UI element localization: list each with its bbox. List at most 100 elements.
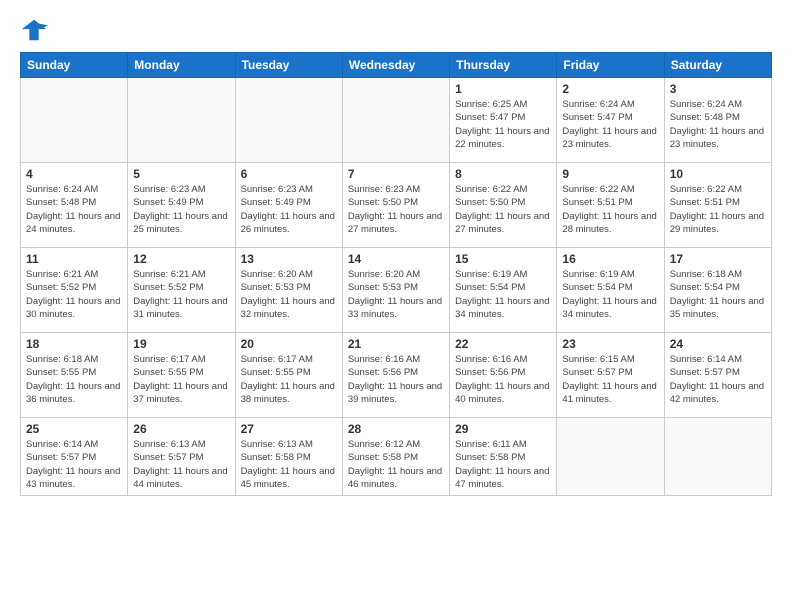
calendar-cell: 12Sunrise: 6:21 AM Sunset: 5:52 PM Dayli…	[128, 248, 235, 333]
calendar-cell: 20 Sunrise: 6:17 AM Sunset: 5:55 PM Dayli…	[235, 333, 342, 418]
calendar-cell: 1 Sunrise: 6:25 AM Sunset: 5:47 PM Daylig…	[450, 78, 557, 163]
day-info: Sunrise: 6:19 AM Sunset: 5:54 PM Dayligh…	[562, 268, 658, 321]
day-info: Sunrise: 6:22 AM Sunset: 5:51 PM Dayligh…	[670, 183, 766, 236]
day-info: Sunrise: 6:25 AM Sunset: 5:47 PM Dayligh…	[455, 98, 551, 151]
day-info: Sunrise: 6:20 AM Sunset: 5:53 PM Dayligh…	[348, 268, 444, 321]
calendar-week-row: 4 Sunrise: 6:24 AM Sunset: 5:48 PM Daylig…	[21, 163, 772, 248]
day-number: 5	[133, 167, 229, 181]
day-number: 8	[455, 167, 551, 181]
day-number: 26	[133, 422, 229, 436]
calendar-cell: 8 Sunrise: 6:22 AM Sunset: 5:50 PM Daylig…	[450, 163, 557, 248]
day-number: 18	[26, 337, 122, 351]
day-info: Sunrise: 6:16 AM Sunset: 5:56 PM Dayligh…	[455, 353, 551, 406]
calendar-cell: 4 Sunrise: 6:24 AM Sunset: 5:48 PM Daylig…	[21, 163, 128, 248]
day-number: 6	[241, 167, 337, 181]
day-info: Sunrise: 6:18 AM Sunset: 5:54 PM Dayligh…	[670, 268, 766, 321]
day-info: Sunrise: 6:13 AM Sunset: 5:57 PM Dayligh…	[133, 438, 229, 491]
calendar-cell	[664, 418, 771, 496]
day-number: 9	[562, 167, 658, 181]
day-info: Sunrise: 6:17 AM Sunset: 5:55 PM Dayligh…	[241, 353, 337, 406]
calendar-week-row: 18 Sunrise: 6:18 AM Sunset: 5:55 PM Dayli…	[21, 333, 772, 418]
calendar-cell: 17 Sunrise: 6:18 AM Sunset: 5:54 PM Dayli…	[664, 248, 771, 333]
calendar-header-cell: Sunday	[21, 53, 128, 78]
calendar-cell: 29 Sunrise: 6:11 AM Sunset: 5:58 PM Dayli…	[450, 418, 557, 496]
day-number: 7	[348, 167, 444, 181]
day-number: 28	[348, 422, 444, 436]
day-number: 3	[670, 82, 766, 96]
calendar-cell: 11 Sunrise: 6:21 AM Sunset: 5:52 PM Dayli…	[21, 248, 128, 333]
calendar-header-row: SundayMondayTuesdayWednesdayThursdayFrid…	[21, 53, 772, 78]
day-info: Sunrise: 6:12 AM Sunset: 5:58 PM Dayligh…	[348, 438, 444, 491]
calendar-cell: 6 Sunrise: 6:23 AM Sunset: 5:49 PM Daylig…	[235, 163, 342, 248]
day-number: 19	[133, 337, 229, 351]
day-info: Sunrise: 6:23 AM Sunset: 5:50 PM Dayligh…	[348, 183, 444, 236]
calendar-cell: 19 Sunrise: 6:17 AM Sunset: 5:55 PM Dayli…	[128, 333, 235, 418]
day-info: Sunrise: 6:13 AM Sunset: 5:58 PM Dayligh…	[241, 438, 337, 491]
calendar-cell: 7 Sunrise: 6:23 AM Sunset: 5:50 PM Daylig…	[342, 163, 449, 248]
day-info: Sunrise: 6:17 AM Sunset: 5:55 PM Dayligh…	[133, 353, 229, 406]
day-info: Sunrise: 6:23 AM Sunset: 5:49 PM Dayligh…	[133, 183, 229, 236]
day-number: 25	[26, 422, 122, 436]
day-number: 11	[26, 252, 122, 266]
day-info: Sunrise: 6:19 AM Sunset: 5:54 PM Dayligh…	[455, 268, 551, 321]
calendar-cell: 16 Sunrise: 6:19 AM Sunset: 5:54 PM Dayli…	[557, 248, 664, 333]
calendar-cell: 27 Sunrise: 6:13 AM Sunset: 5:58 PM Dayli…	[235, 418, 342, 496]
day-number: 20	[241, 337, 337, 351]
calendar-cell: 22Sunrise: 6:16 AM Sunset: 5:56 PM Dayli…	[450, 333, 557, 418]
day-number: 24	[670, 337, 766, 351]
day-info: Sunrise: 6:21 AM Sunset: 5:52 PM Dayligh…	[26, 268, 122, 321]
calendar-header-cell: Thursday	[450, 53, 557, 78]
calendar-cell	[557, 418, 664, 496]
day-number: 17	[670, 252, 766, 266]
day-info: Sunrise: 6:14 AM Sunset: 5:57 PM Dayligh…	[26, 438, 122, 491]
calendar-cell: 3 Sunrise: 6:24 AM Sunset: 5:48 PM Daylig…	[664, 78, 771, 163]
calendar-header-cell: Friday	[557, 53, 664, 78]
calendar-week-row: 25 Sunrise: 6:14 AM Sunset: 5:57 PM Dayli…	[21, 418, 772, 496]
day-info: Sunrise: 6:24 AM Sunset: 5:48 PM Dayligh…	[670, 98, 766, 151]
page: SundayMondayTuesdayWednesdayThursdayFrid…	[0, 0, 792, 612]
day-number: 4	[26, 167, 122, 181]
calendar-week-row: 11 Sunrise: 6:21 AM Sunset: 5:52 PM Dayli…	[21, 248, 772, 333]
calendar-cell: 2 Sunrise: 6:24 AM Sunset: 5:47 PM Daylig…	[557, 78, 664, 163]
day-info: Sunrise: 6:11 AM Sunset: 5:58 PM Dayligh…	[455, 438, 551, 491]
calendar-header-cell: Tuesday	[235, 53, 342, 78]
calendar-cell: 18 Sunrise: 6:18 AM Sunset: 5:55 PM Dayli…	[21, 333, 128, 418]
day-info: Sunrise: 6:21 AM Sunset: 5:52 PM Dayligh…	[133, 268, 229, 321]
calendar-header-cell: Monday	[128, 53, 235, 78]
day-number: 29	[455, 422, 551, 436]
calendar-header-cell: Wednesday	[342, 53, 449, 78]
calendar-cell: 9 Sunrise: 6:22 AM Sunset: 5:51 PM Daylig…	[557, 163, 664, 248]
day-info: Sunrise: 6:24 AM Sunset: 5:47 PM Dayligh…	[562, 98, 658, 151]
calendar-cell	[342, 78, 449, 163]
day-number: 14	[348, 252, 444, 266]
calendar-cell: 14 Sunrise: 6:20 AM Sunset: 5:53 PM Dayli…	[342, 248, 449, 333]
calendar-body: 1 Sunrise: 6:25 AM Sunset: 5:47 PM Daylig…	[21, 78, 772, 496]
logo	[20, 16, 52, 44]
calendar-cell: 13 Sunrise: 6:20 AM Sunset: 5:53 PM Dayli…	[235, 248, 342, 333]
calendar-cell: 23Sunrise: 6:15 AM Sunset: 5:57 PM Dayli…	[557, 333, 664, 418]
header	[20, 16, 772, 44]
calendar-cell	[21, 78, 128, 163]
day-info: Sunrise: 6:18 AM Sunset: 5:55 PM Dayligh…	[26, 353, 122, 406]
calendar-cell	[128, 78, 235, 163]
calendar-cell: 26 Sunrise: 6:13 AM Sunset: 5:57 PM Dayli…	[128, 418, 235, 496]
calendar-header-cell: Saturday	[664, 53, 771, 78]
day-info: Sunrise: 6:14 AM Sunset: 5:57 PM Dayligh…	[670, 353, 766, 406]
calendar-cell: 25 Sunrise: 6:14 AM Sunset: 5:57 PM Dayli…	[21, 418, 128, 496]
day-number: 13	[241, 252, 337, 266]
calendar-cell: 15 Sunrise: 6:19 AM Sunset: 5:54 PM Dayli…	[450, 248, 557, 333]
day-number: 2	[562, 82, 658, 96]
day-info: Sunrise: 6:23 AM Sunset: 5:49 PM Dayligh…	[241, 183, 337, 236]
day-number: 27	[241, 422, 337, 436]
calendar-cell: 21Sunrise: 6:16 AM Sunset: 5:56 PM Dayli…	[342, 333, 449, 418]
day-info: Sunrise: 6:20 AM Sunset: 5:53 PM Dayligh…	[241, 268, 337, 321]
day-info: Sunrise: 6:22 AM Sunset: 5:50 PM Dayligh…	[455, 183, 551, 236]
day-number: 16	[562, 252, 658, 266]
day-number: 1	[455, 82, 551, 96]
day-number: 10	[670, 167, 766, 181]
day-info: Sunrise: 6:24 AM Sunset: 5:48 PM Dayligh…	[26, 183, 122, 236]
day-info: Sunrise: 6:22 AM Sunset: 5:51 PM Dayligh…	[562, 183, 658, 236]
calendar-table: SundayMondayTuesdayWednesdayThursdayFrid…	[20, 52, 772, 496]
calendar-week-row: 1 Sunrise: 6:25 AM Sunset: 5:47 PM Daylig…	[21, 78, 772, 163]
day-number: 15	[455, 252, 551, 266]
